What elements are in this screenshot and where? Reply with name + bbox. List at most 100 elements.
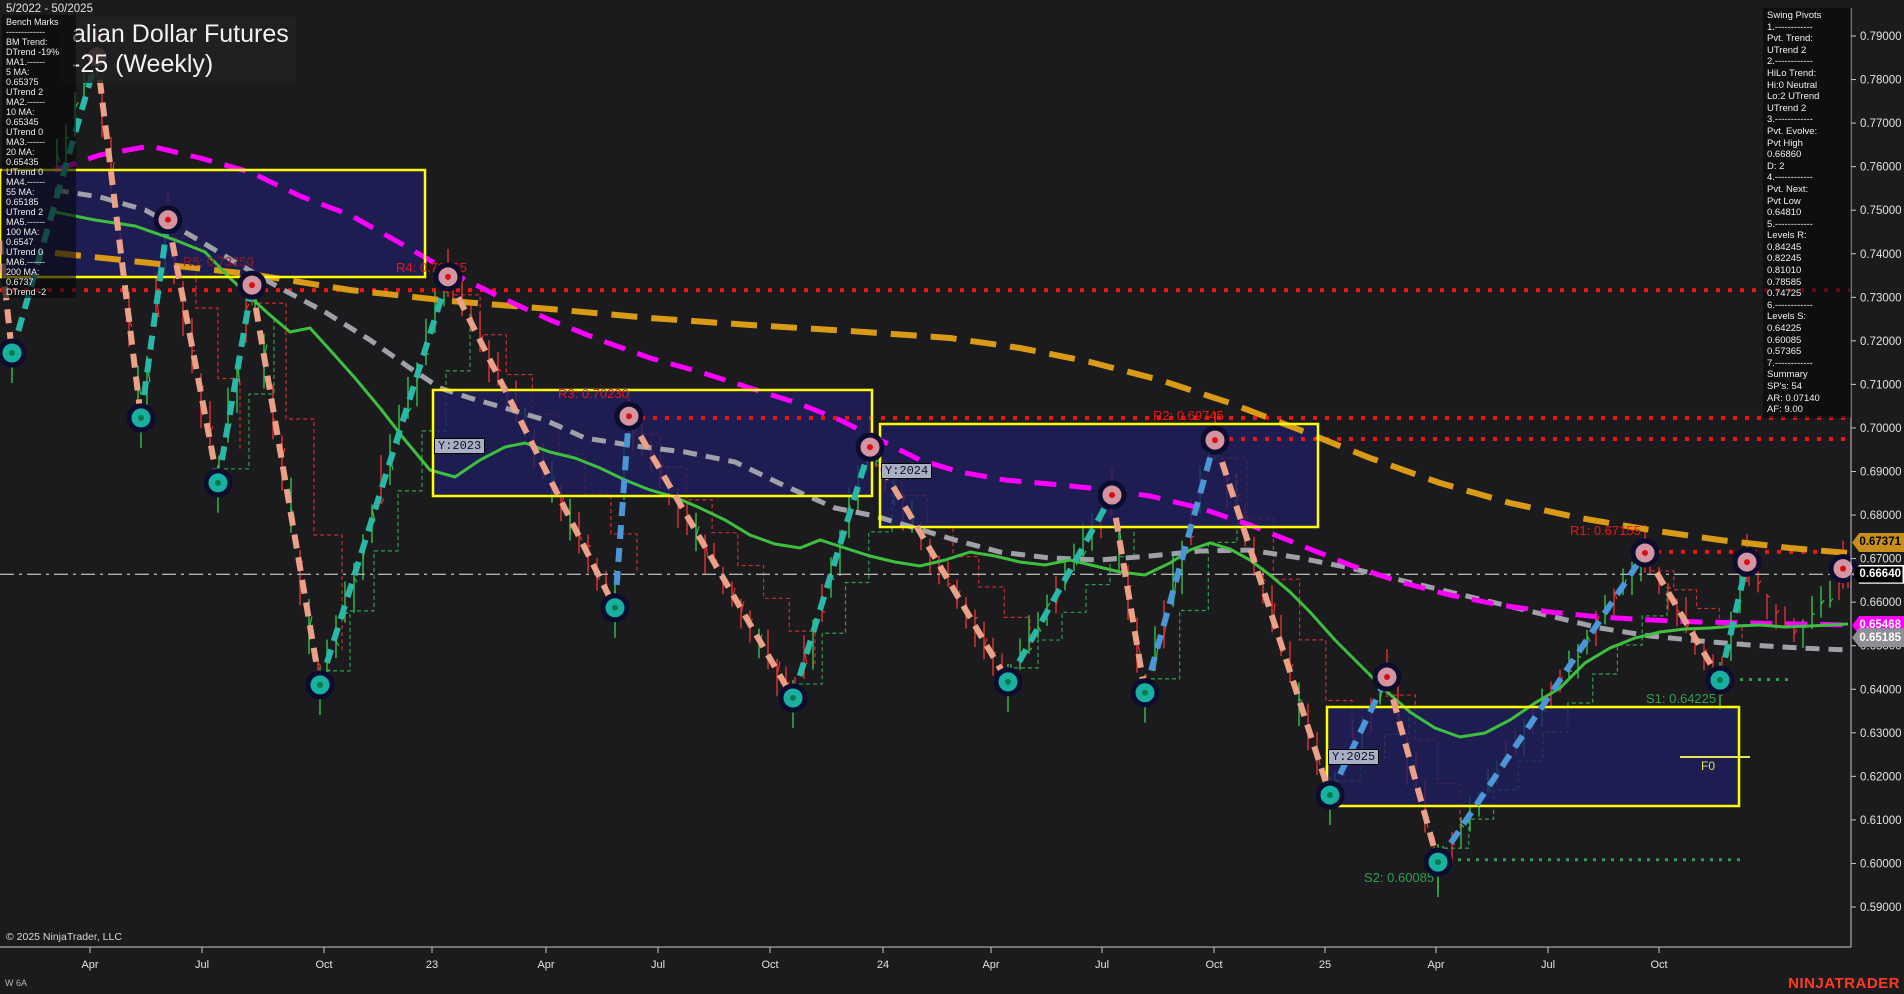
panel-line: MA6.------ — [6, 257, 76, 267]
panel-line: 1.------------ — [1767, 22, 1851, 34]
panel-line: 200 MA: — [6, 267, 76, 277]
swing-pivot-dot — [1642, 550, 1648, 556]
panel-line: UTrend 0 — [6, 167, 76, 177]
year-divider-label: Y:2023 — [434, 438, 485, 454]
panel-line: Pvt High — [1767, 138, 1851, 150]
price-axis-label: 0.73000 — [1860, 292, 1902, 304]
panel-line: UTrend 2 — [1767, 45, 1851, 57]
price-axis-label: 0.74000 — [1860, 249, 1902, 261]
price-axis-label: 0.64000 — [1860, 684, 1902, 696]
swing-pivot-dot — [626, 413, 632, 419]
panel-line: Swing Pivots — [1767, 10, 1851, 22]
panel-line: 10 MA: — [6, 107, 76, 117]
panel-line: MA1.------ — [6, 57, 76, 67]
bench-marks-panel: Bench Marks-------------BM Trend:DTrend … — [2, 15, 76, 298]
panel-line: 0.65185 — [6, 197, 76, 207]
time-axis-label: Oct — [1650, 959, 1667, 971]
panel-line: 3.------------ — [1767, 114, 1851, 126]
panel-line: 5.------------ — [1767, 219, 1851, 231]
swing-pivot-dot — [165, 217, 171, 223]
panel-line: 2.------------ — [1767, 56, 1851, 68]
highlight-box-fill — [880, 424, 1318, 527]
panel-line: HiLo Trend: — [1767, 68, 1851, 80]
level-label-S2: S2: 0.60085 — [1364, 870, 1434, 885]
chart-title-line2: -25 (Weekly) — [72, 49, 296, 79]
swing-pivot-dot — [1384, 674, 1390, 680]
swing-pivot-dot — [1744, 559, 1750, 565]
swing-pivot-dot — [612, 605, 618, 611]
price-axis-label: 0.67000 — [1860, 554, 1902, 566]
chart-title: alian Dollar Futures -25 (Weekly) — [60, 17, 296, 83]
panel-line: Hi:0 Neutral — [1767, 80, 1851, 92]
panel-line: 0.57365 — [1767, 346, 1851, 358]
time-axis-label: Apr — [537, 959, 554, 971]
panel-line: D: 2 — [1767, 161, 1851, 173]
panel-line: DTrend -19% — [6, 47, 76, 57]
panel-line: Bench Marks — [6, 17, 76, 27]
panel-line: AR: 0.07140 — [1767, 393, 1851, 405]
price-axis-label: 0.61000 — [1860, 815, 1902, 827]
price-axis-label: 0.78000 — [1860, 75, 1902, 87]
panel-line: UTrend 2 — [1767, 103, 1851, 115]
panel-line: MA5.------ — [6, 217, 76, 227]
price-tag: 0.66640 — [1852, 565, 1904, 584]
price-axis-label: 0.62000 — [1860, 771, 1902, 783]
level-label-R1: R1: 0.67155 — [1570, 523, 1641, 538]
time-axis-label: Jul — [651, 959, 665, 971]
swing-pivot-dot — [138, 415, 144, 421]
panel-line: 0.6737 — [6, 277, 76, 287]
price-axis-label: 0.77000 — [1860, 118, 1902, 130]
panel-line: UTrend 0 — [6, 247, 76, 257]
panel-line: BM Trend: — [6, 37, 76, 47]
panel-line: 0.82245 — [1767, 253, 1851, 265]
level-label-S1: S1: 0.64225 — [1646, 691, 1716, 706]
panel-line: MA2.------ — [6, 97, 76, 107]
panel-line: 0.65345 — [6, 117, 76, 127]
time-axis-label: Oct — [1205, 959, 1222, 971]
time-axis-label: 24 — [877, 959, 889, 971]
price-chart-canvas[interactable]: R5: 0.73250R4: 0.73165R3: 0.70230R2: 0.6… — [0, 0, 1904, 994]
panel-line: Lo:2 UTrend — [1767, 91, 1851, 103]
date-range-label: 5/2022 - 50/2025 — [6, 3, 93, 15]
panel-line: 0.65375 — [6, 77, 76, 87]
price-tag: 0.67371 — [1852, 533, 1904, 552]
time-axis-label: Apr — [1427, 959, 1444, 971]
swing-pivot-dot — [1327, 792, 1333, 798]
swing-pivot-dot — [1717, 677, 1723, 683]
chart-title-line1: alian Dollar Futures — [72, 19, 296, 49]
swing-pivot-dot — [215, 480, 221, 486]
panel-line: UTrend 2 — [6, 207, 76, 217]
price-axis-label: 0.59000 — [1860, 902, 1902, 914]
level-label-R5: R5: 0.73250 — [183, 254, 254, 269]
panel-line: Pvt. Evolve: — [1767, 126, 1851, 138]
panel-line: 100 MA: — [6, 227, 76, 237]
panel-line: Pvt. Trend: — [1767, 33, 1851, 45]
price-axis-label: 0.76000 — [1860, 162, 1902, 174]
panel-line: 0.64810 — [1767, 207, 1851, 219]
swing-pivot-dot — [445, 274, 451, 280]
panel-line: 6.------------ — [1767, 300, 1851, 312]
price-axis-label: 0.70000 — [1860, 423, 1902, 435]
panel-line: DTrend -2 — [6, 287, 76, 297]
panel-line: 0.60085 — [1767, 335, 1851, 347]
panel-line: AF: 9.00 — [1767, 404, 1851, 416]
swing-pivot-dot — [1109, 492, 1115, 498]
panel-line: 0.78585 — [1767, 277, 1851, 289]
price-axis-label: 0.72000 — [1860, 336, 1902, 348]
level-label-R3: R3: 0.70230 — [558, 386, 629, 401]
panel-line: 7.------------ — [1767, 358, 1851, 370]
panel-line: 0.74725 — [1767, 288, 1851, 300]
swing-pivots-panel: Swing Pivots1.------------Pvt. Trend:UTr… — [1763, 8, 1851, 418]
panel-line: SP's: 54 — [1767, 381, 1851, 393]
swing-pivot-dot — [317, 682, 323, 688]
time-axis-label: Apr — [81, 959, 98, 971]
copyright-label: © 2025 NinjaTrader, LLC — [6, 931, 122, 943]
panel-line: 0.81010 — [1767, 265, 1851, 277]
panel-line: 5 MA: — [6, 67, 76, 77]
year-divider-label: Y:2025 — [1328, 749, 1379, 765]
swing-pivot-dot — [1005, 679, 1011, 685]
price-axis-label: 0.63000 — [1860, 728, 1902, 740]
panel-line: 0.84245 — [1767, 242, 1851, 254]
panel-line: 55 MA: — [6, 187, 76, 197]
panel-line: 0.66860 — [1767, 149, 1851, 161]
